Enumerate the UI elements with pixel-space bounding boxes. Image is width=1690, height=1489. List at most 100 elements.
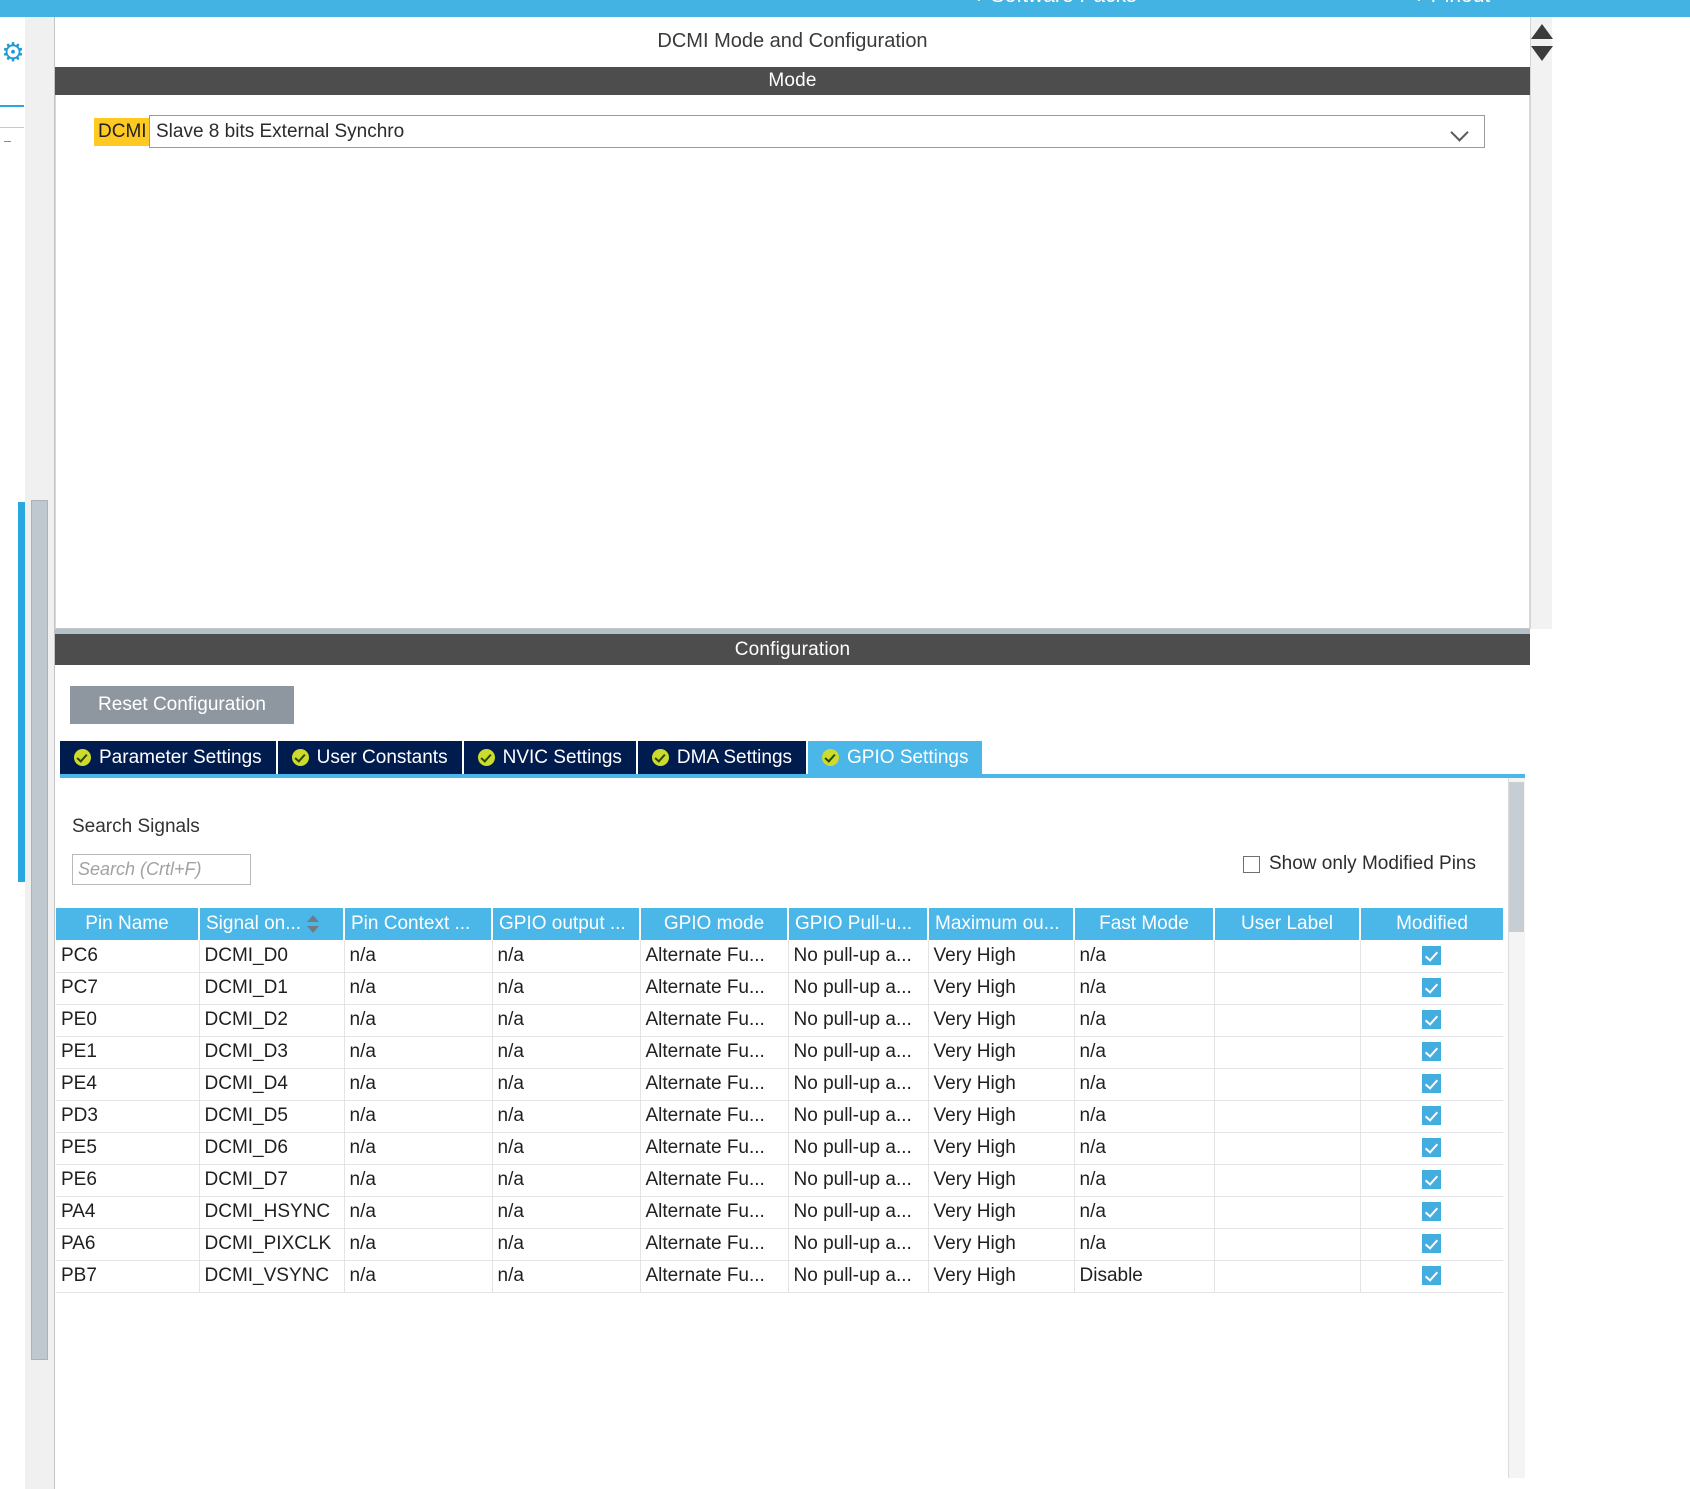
cell-pin-context: n/a	[344, 1100, 493, 1133]
cell-user-label[interactable]	[1214, 1132, 1361, 1165]
cell-max-output[interactable]: Very High	[928, 940, 1075, 973]
cell-max-output[interactable]: Very High	[928, 972, 1075, 1005]
gear-icon[interactable]: ⚙	[0, 39, 26, 65]
cell-gpio-pull[interactable]: No pull-up a...	[788, 1100, 929, 1133]
outer-scrollbar-thumb[interactable]	[31, 500, 48, 1360]
cell-gpio-mode[interactable]: Alternate Fu...	[640, 1260, 789, 1293]
table-row[interactable]: PA4 DCMI_HSYNC n/a n/a Alternate Fu... No pul…	[56, 1196, 1503, 1229]
topbar-pinout-button[interactable]: ‹ Pinout	[1415, 0, 1490, 8]
table-row[interactable]: PC7 DCMI_D1 n/a n/a Alternate Fu... No pull-u…	[56, 972, 1503, 1005]
cell-pin-context: n/a	[344, 1036, 493, 1069]
cell-gpio-pull[interactable]: No pull-up a...	[788, 1228, 929, 1261]
column-header-pin-context[interactable]: Pin Context ...	[344, 908, 493, 940]
column-header-modified[interactable]: Modified	[1360, 908, 1503, 940]
column-header-gpio-mode[interactable]: GPIO mode	[640, 908, 789, 940]
reset-configuration-button[interactable]: Reset Configuration	[70, 686, 294, 724]
cell-gpio-pull[interactable]: No pull-up a...	[788, 1164, 929, 1197]
cell-user-label[interactable]	[1214, 1004, 1361, 1037]
table-row[interactable]: PC6 DCMI_D0 n/a n/a Alternate Fu... No pull-u…	[56, 940, 1503, 973]
cell-gpio-mode[interactable]: Alternate Fu...	[640, 1196, 789, 1229]
search-input[interactable]	[72, 854, 251, 885]
mode-panel-scrollbar[interactable]	[1530, 17, 1552, 629]
cell-modified	[1360, 1132, 1503, 1165]
app-topbar: ‹ Software Packs ‹ Pinout	[0, 0, 1690, 17]
chevron-left-icon: ‹	[975, 0, 981, 6]
column-header-signal-on[interactable]: Signal on...	[199, 908, 345, 940]
cell-gpio-pull[interactable]: No pull-up a...	[788, 1068, 929, 1101]
tab-user-constants[interactable]: User Constants	[277, 741, 462, 774]
cell-user-label[interactable]	[1214, 1196, 1361, 1229]
cell-gpio-mode[interactable]: Alternate Fu...	[640, 1004, 789, 1037]
cell-user-label[interactable]	[1214, 940, 1361, 973]
tab-dma-settings[interactable]: DMA Settings	[637, 741, 807, 774]
cell-gpio-mode[interactable]: Alternate Fu...	[640, 1100, 789, 1133]
checkbox-icon[interactable]	[1243, 855, 1260, 873]
cell-max-output[interactable]: Very High	[928, 1164, 1075, 1197]
cell-gpio-mode[interactable]: Alternate Fu...	[640, 972, 789, 1005]
cell-max-output[interactable]: Very High	[928, 1196, 1075, 1229]
cell-pin-name: PD3	[56, 1100, 200, 1133]
cell-user-label[interactable]	[1214, 1068, 1361, 1101]
table-row[interactable]: PE0 DCMI_D2 n/a n/a Alternate Fu... No pull-u…	[56, 1004, 1503, 1037]
cell-gpio-pull[interactable]: No pull-up a...	[788, 1004, 929, 1037]
cell-max-output[interactable]: Very High	[928, 1132, 1075, 1165]
cell-gpio-pull[interactable]: No pull-up a...	[788, 1132, 929, 1165]
cell-max-output[interactable]: Very High	[928, 1100, 1075, 1133]
cell-gpio-mode[interactable]: Alternate Fu...	[640, 1068, 789, 1101]
table-row[interactable]: PE6 DCMI_D7 n/a n/a Alternate Fu... No pull-u…	[56, 1164, 1503, 1197]
table-row[interactable]: PB7 DCMI_VSYNC n/a n/a Alternate Fu... No pul…	[56, 1260, 1503, 1293]
cell-max-output[interactable]: Very High	[928, 1260, 1075, 1293]
dcmi-mode-select[interactable]: Slave 8 bits External Synchro	[149, 115, 1485, 148]
tab-label: User Constants	[316, 746, 448, 768]
cell-gpio-mode[interactable]: Alternate Fu...	[640, 1036, 789, 1069]
sort-arrows-icon[interactable]	[307, 914, 320, 934]
table-row[interactable]: PE1 DCMI_D3 n/a n/a Alternate Fu... No pull-u…	[56, 1036, 1503, 1069]
cell-gpio-pull[interactable]: No pull-up a...	[788, 1036, 929, 1069]
cell-user-label[interactable]	[1214, 1260, 1361, 1293]
tab-parameter-settings[interactable]: Parameter Settings	[60, 741, 276, 774]
table-row[interactable]: PE4 DCMI_D4 n/a n/a Alternate Fu... No pull-u…	[56, 1068, 1503, 1101]
cell-gpio-mode[interactable]: Alternate Fu...	[640, 1164, 789, 1197]
tab-nvic-settings[interactable]: NVIC Settings	[463, 741, 636, 774]
column-header-gpio-pull[interactable]: GPIO Pull-u...	[788, 908, 929, 940]
collapse-arrow-down-icon[interactable]	[1531, 46, 1553, 61]
cell-max-output[interactable]: Very High	[928, 1228, 1075, 1261]
cell-gpio-pull[interactable]: No pull-up a...	[788, 972, 929, 1005]
cell-fast-mode: n/a	[1074, 940, 1215, 973]
cell-gpio-output: n/a	[492, 1068, 641, 1101]
cell-signal: DCMI_D2	[199, 1004, 345, 1037]
cell-gpio-mode[interactable]: Alternate Fu...	[640, 940, 789, 973]
cell-gpio-mode[interactable]: Alternate Fu...	[640, 1228, 789, 1261]
cell-pin-context: n/a	[344, 1196, 493, 1229]
cell-user-label[interactable]	[1214, 1100, 1361, 1133]
cell-fast-mode: n/a	[1074, 1196, 1215, 1229]
gpio-panel-scrollbar-thumb[interactable]	[1509, 782, 1524, 932]
cell-user-label[interactable]	[1214, 1036, 1361, 1069]
cell-pin-context: n/a	[344, 972, 493, 1005]
tab-label: GPIO Settings	[847, 746, 969, 768]
cell-user-label[interactable]	[1214, 1228, 1361, 1261]
cell-max-output[interactable]: Very High	[928, 1068, 1075, 1101]
cell-max-output[interactable]: Very High	[928, 1036, 1075, 1069]
cell-gpio-pull[interactable]: No pull-up a...	[788, 1260, 929, 1293]
cell-gpio-mode[interactable]: Alternate Fu...	[640, 1132, 789, 1165]
table-row[interactable]: PE5 DCMI_D6 n/a n/a Alternate Fu... No pull-u…	[56, 1132, 1503, 1165]
table-row[interactable]: PA6 DCMI_PIXCLK n/a n/a Alternate Fu... No pu…	[56, 1228, 1503, 1261]
table-row[interactable]: PD3 DCMI_D5 n/a n/a Alternate Fu... No pull-u…	[56, 1100, 1503, 1133]
column-header-pin-name[interactable]: Pin Name	[56, 908, 200, 940]
cell-signal: DCMI_D3	[199, 1036, 345, 1069]
column-header-gpio-output[interactable]: GPIO output ...	[492, 908, 641, 940]
cell-user-label[interactable]	[1214, 972, 1361, 1005]
column-header-user-label[interactable]: User Label	[1214, 908, 1361, 940]
column-header-fast-mode[interactable]: Fast Mode	[1074, 908, 1215, 940]
cell-max-output[interactable]: Very High	[928, 1004, 1075, 1037]
topbar-software-packs-button[interactable]: ‹ Software Packs	[975, 0, 1137, 8]
show-only-modified-pins-checkbox[interactable]: Show only Modified Pins	[1243, 853, 1476, 875]
cell-fast-mode[interactable]: Disable	[1074, 1260, 1215, 1293]
column-header-maximum-output[interactable]: Maximum ou...	[928, 908, 1075, 940]
cell-user-label[interactable]	[1214, 1164, 1361, 1197]
tab-gpio-settings[interactable]: GPIO Settings	[808, 741, 983, 774]
cell-gpio-pull[interactable]: No pull-up a...	[788, 1196, 929, 1229]
cell-gpio-pull[interactable]: No pull-up a...	[788, 940, 929, 973]
collapse-arrow-up-icon[interactable]	[1531, 24, 1553, 39]
